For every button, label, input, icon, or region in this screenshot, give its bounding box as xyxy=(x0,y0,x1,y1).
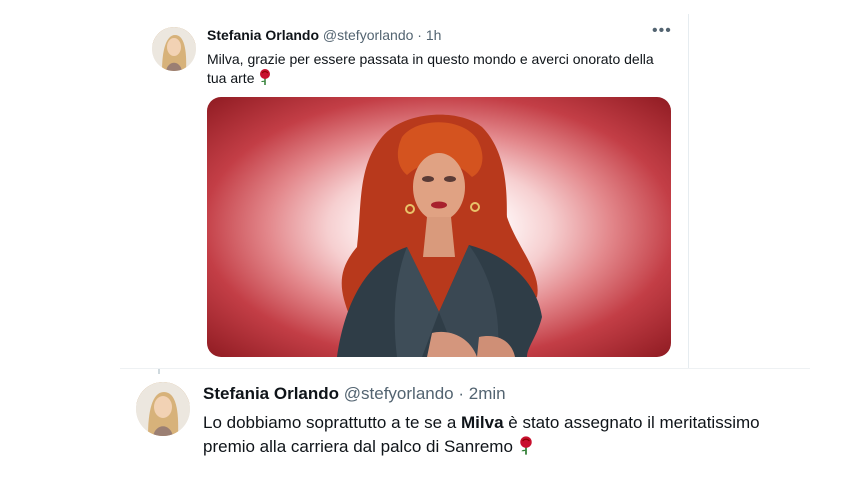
avatar-photo-icon xyxy=(152,27,196,71)
more-dots-icon[interactable]: ••• xyxy=(652,22,672,40)
portrait-photo xyxy=(337,114,542,357)
rose-emoji xyxy=(260,69,271,85)
author-name[interactable]: Stefania Orlando xyxy=(207,27,319,43)
tweet-header: Stefania Orlando @stefyorlando · 1h xyxy=(207,26,441,44)
tweet-card-2[interactable]: Stefania Orlando @stefyorlando · 2min Lo… xyxy=(120,368,810,479)
meta-separator: · xyxy=(458,384,465,403)
tweet-text: Milva, grazie per essere passata in ques… xyxy=(207,50,677,88)
tweet-text-body: Milva, grazie per essere passata in ques… xyxy=(207,51,654,86)
tweet-card-1[interactable]: Stefania Orlando @stefyorlando · 1h ••• … xyxy=(140,14,689,368)
tweet-text-before: Lo dobbiamo soprattutto a te se a xyxy=(203,413,462,432)
tweet-timestamp[interactable]: 1h xyxy=(426,27,442,43)
tweet-text: Lo dobbiamo soprattutto a te se a Milva … xyxy=(203,411,803,459)
tweet-timestamp[interactable]: 2min xyxy=(469,384,506,403)
tweet-header: Stefania Orlando @stefyorlando · 2min xyxy=(203,383,506,405)
meta-separator: · xyxy=(417,27,422,43)
tweet-media-photo[interactable] xyxy=(207,97,671,357)
author-handle[interactable]: @stefyorlando xyxy=(323,27,413,43)
author-avatar[interactable] xyxy=(152,27,196,71)
tweet-text-bold-name: Milva xyxy=(461,413,504,432)
author-handle[interactable]: @stefyorlando xyxy=(344,384,454,403)
rose-emoji xyxy=(519,436,532,455)
avatar-photo-icon xyxy=(136,382,190,436)
author-name[interactable]: Stefania Orlando xyxy=(203,384,339,403)
author-avatar[interactable] xyxy=(136,382,190,436)
